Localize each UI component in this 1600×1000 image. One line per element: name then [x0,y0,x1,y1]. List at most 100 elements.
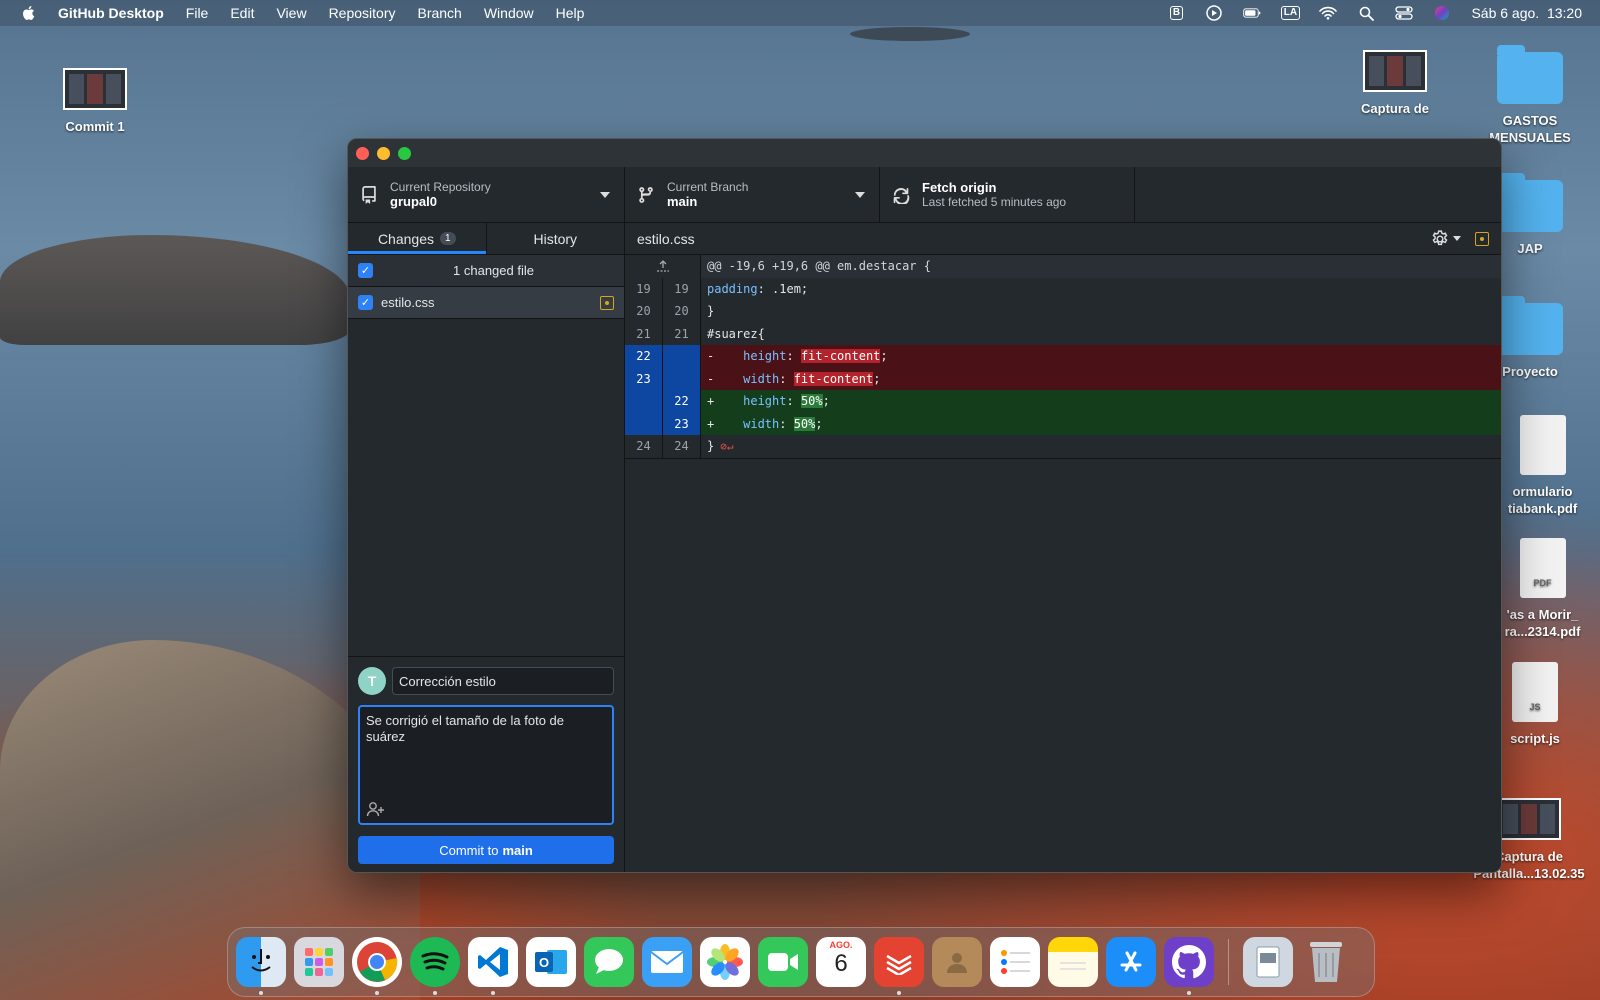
changed-file-name: estilo.css [381,295,435,310]
app-name-menu[interactable]: GitHub Desktop [58,5,164,21]
diff-line[interactable]: 19 19 padding: .1em; [625,277,1501,300]
commit-summary-input[interactable]: Corrección estilo [392,667,614,695]
avatar: T [358,667,386,695]
desktop-icon-script-js[interactable]: JS script.js [1490,662,1580,747]
desktop-icon-label: 'as a Morir_ ra...2314.pdf [1504,607,1581,639]
old-line-number [625,390,663,413]
menu-help[interactable]: Help [556,5,585,21]
diff-line-code: - height: fit-content; [701,345,1501,368]
closing-brace: } [707,439,715,454]
chevron-down-icon[interactable] [1453,236,1461,241]
diff-line[interactable]: 24 24 } ⊘↵ [625,435,1501,458]
close-window-button[interactable] [356,146,369,160]
facetime-icon[interactable] [758,937,808,987]
preview-stack-icon[interactable] [1243,937,1293,987]
diff-header: estilo.css [625,223,1501,255]
photos-icon[interactable] [700,937,750,987]
file-include-checkbox[interactable]: ✓ [358,295,373,310]
diff-line-code: } ⊘↵ [701,435,1501,458]
keyboard-layout-indicator[interactable]: LA [1280,5,1301,21]
wifi-icon[interactable] [1319,5,1338,21]
tab-history-label: History [533,230,578,247]
old-line-number: 20 [625,300,663,323]
diff-line[interactable]: 21 21 #suarez{ [625,322,1501,345]
wallpaper-islet [850,27,970,41]
desktop-icon-gastos-mensuales[interactable]: GASTOS MENSUALES [1480,45,1580,146]
desktop-icon-commit-1[interactable]: Commit 1 [50,68,140,135]
select-all-checkbox[interactable]: ✓ [358,263,373,278]
spotlight-search-icon[interactable] [1357,5,1375,21]
notes-icon[interactable] [1048,937,1098,987]
chrome-icon[interactable] [352,937,402,995]
app-toolbar: Current Repository grupal0 Current Branc… [348,167,1501,223]
menu-branch[interactable]: Branch [417,5,461,21]
launchpad-icon[interactable] [294,937,344,987]
menu-window[interactable]: Window [484,5,534,21]
reminders-icon[interactable] [990,937,1040,987]
diff-line[interactable]: 20 20 } [625,300,1501,323]
diff-line-deleted[interactable]: 23 - width: fit-content; [625,367,1501,390]
changed-file-row[interactable]: ✓ estilo.css [348,287,624,319]
menu-bar-clock[interactable]: Sáb 6 ago. 13:20 [1471,5,1582,21]
app-store-icon[interactable] [1106,937,1156,987]
diff-line-code: } [701,300,1501,323]
expand-hunk-icon[interactable] [625,255,701,278]
menu-edit[interactable]: Edit [230,5,254,21]
old-line-number: 19 [625,277,663,300]
github-desktop-icon[interactable] [1164,937,1214,995]
menu-view[interactable]: View [276,5,306,21]
diff-line-code: - width: fit-content; [701,367,1501,390]
add-coauthor-icon[interactable] [366,801,386,817]
battery-icon[interactable] [1243,5,1261,21]
siri-icon[interactable] [1433,5,1451,21]
spotify-icon[interactable] [410,937,460,995]
fetch-origin-button[interactable]: Fetch origin Last fetched 5 minutes ago [880,167,1135,222]
new-line-number: 20 [663,300,701,323]
commit-description-text: Se corrigió el tamaño de la foto de suár… [366,713,565,744]
hunk-header-text: @@ -19,6 +19,6 @@ em.destacar { [701,255,1501,278]
tab-history[interactable]: History [485,223,625,254]
diff-line-deleted[interactable]: 22 - height: fit-content; [625,345,1501,368]
todoist-icon[interactable] [874,937,924,995]
commit-button[interactable]: Commit to main [358,836,614,864]
gear-icon[interactable] [1431,229,1449,248]
desktop-icon-jap[interactable]: JAP [1490,173,1570,257]
mail-icon[interactable] [642,937,692,987]
desktop-icon-formulario-pdf[interactable]: ormulario tiabank.pdf [1490,415,1595,517]
zoom-window-button[interactable] [398,146,411,160]
js-document-icon: JS [1512,662,1558,722]
bluetooth-icon[interactable]: B [1167,5,1185,21]
play-icon[interactable] [1205,5,1223,21]
finder-icon[interactable] [236,937,286,995]
tab-changes[interactable]: Changes 1 [348,223,486,254]
commit-description-input[interactable]: Se corrigió el tamaño de la foto de suár… [358,705,614,825]
desktop-icon-label: Captura de [1361,101,1429,116]
diff-line-added[interactable]: 23 + width: 50%; [625,412,1501,435]
diff-hunk-header[interactable]: @@ -19,6 +19,6 @@ em.destacar { [625,255,1501,278]
outlook-icon[interactable]: O [526,937,576,987]
menu-repository[interactable]: Repository [329,5,396,21]
changed-files-header: ✓ 1 changed file [348,255,624,287]
calendar-icon[interactable]: AGO. 6 [816,937,866,987]
apple-logo-icon[interactable] [20,4,38,22]
diff-line-code: #suarez{ [701,322,1501,345]
trash-icon[interactable] [1301,937,1351,987]
current-repository-button[interactable]: Current Repository grupal0 [348,167,625,222]
no-newline-icon: ⊘↵ [720,439,734,453]
control-center-icon[interactable] [1395,5,1414,21]
repository-icon [362,185,376,204]
keyboard-layout-label: LA [1280,6,1301,20]
commit-button-branch: main [502,842,533,858]
desktop-icon-morir-pdf[interactable]: PDF 'as a Morir_ ra...2314.pdf [1490,538,1595,640]
current-branch-button[interactable]: Current Branch main [625,167,880,222]
messages-icon[interactable] [584,937,634,987]
menu-file[interactable]: File [186,5,209,21]
contacts-icon[interactable] [932,937,982,987]
minimize-window-button[interactable] [377,146,390,160]
vscode-icon[interactable] [468,937,518,995]
window-titlebar[interactable] [348,139,1501,167]
desktop-icon-captura[interactable]: Captura de [1350,50,1440,117]
diff-line-added[interactable]: 22 + height: 50%; [625,390,1501,413]
desktop-icon-proyecto[interactable]: Proyecto [1490,296,1570,380]
calendar-month: AGO. [829,940,853,950]
